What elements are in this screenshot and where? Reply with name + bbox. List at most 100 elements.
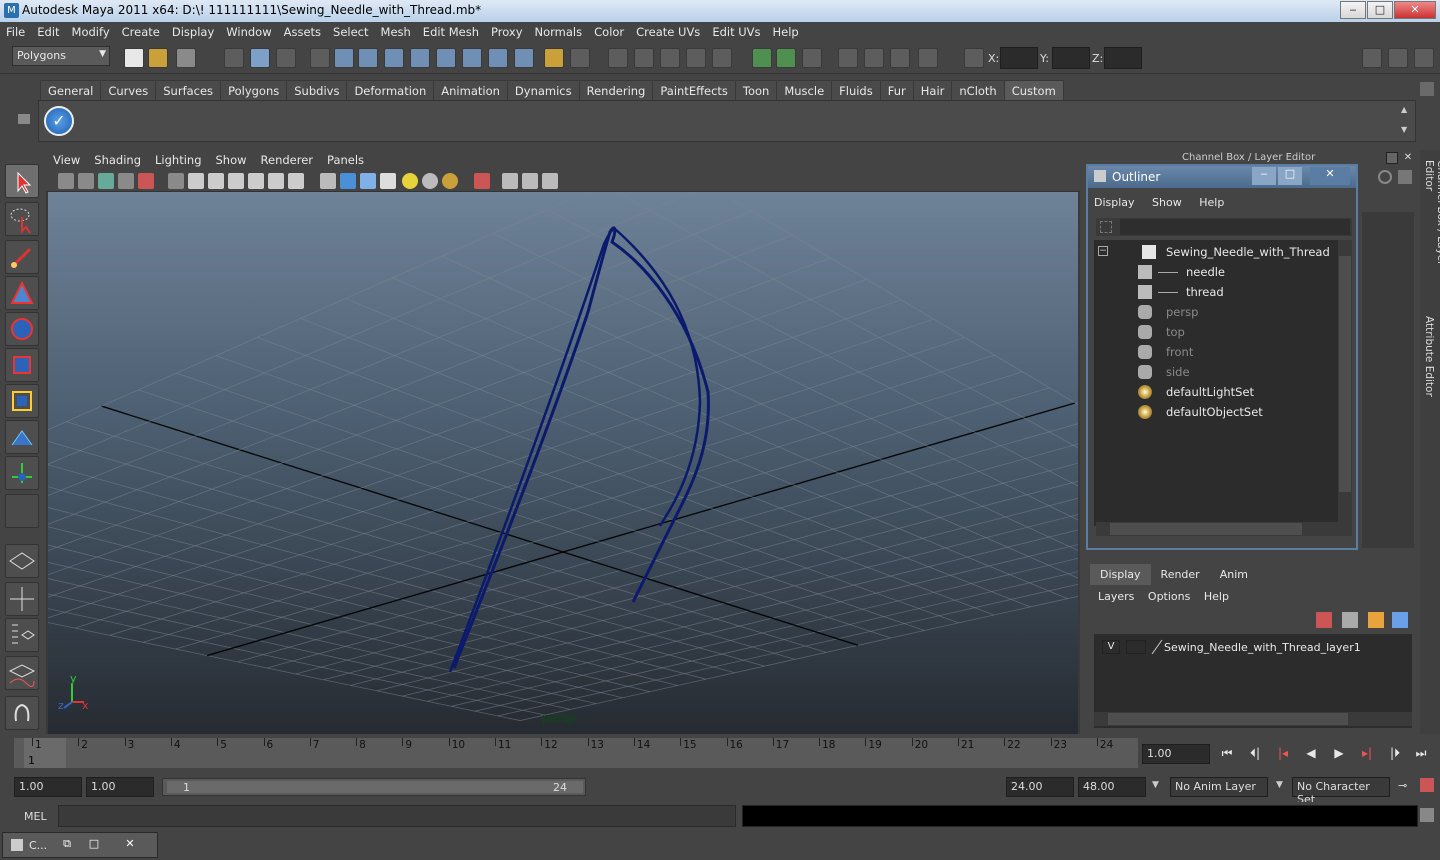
layer-menu-layers[interactable]: Layers: [1098, 590, 1134, 603]
universal-manipulator-icon[interactable]: [5, 384, 39, 418]
hscroll-thumb[interactable]: [1110, 523, 1302, 535]
shelf-tab-ncloth[interactable]: nCloth: [951, 80, 1005, 100]
outliner-close-icon[interactable]: ✕: [1310, 167, 1350, 185]
film-icon[interactable]: [890, 48, 910, 68]
step-back-key-icon[interactable]: |◂: [1272, 746, 1294, 764]
select-lock-icon[interactable]: [570, 48, 590, 68]
snap-surface-icon[interactable]: [410, 48, 430, 68]
shelf-tab-rendering[interactable]: Rendering: [578, 80, 654, 100]
animation-prefs-icon[interactable]: [1420, 778, 1434, 792]
menu-edit[interactable]: Edit: [31, 22, 65, 39]
pick-mask-icon[interactable]: [436, 48, 456, 68]
safe-action-icon[interactable]: [268, 173, 284, 189]
outliner-search-input[interactable]: [1120, 219, 1350, 235]
layer-tab-anim[interactable]: Anim: [1209, 564, 1258, 585]
menu-normals[interactable]: Normals: [529, 22, 589, 39]
image-plane-icon[interactable]: [118, 173, 134, 189]
clapper-icon[interactable]: [864, 48, 884, 68]
soft-mod-tool-icon[interactable]: [5, 420, 39, 454]
vp-menu-show[interactable]: Show: [209, 150, 254, 167]
menu-proxy[interactable]: Proxy: [485, 22, 529, 39]
rotate-tool-icon[interactable]: [5, 312, 39, 346]
resolution-gate-icon[interactable]: [208, 173, 224, 189]
layer-menu-options[interactable]: Options: [1148, 590, 1190, 603]
render-icon[interactable]: [712, 48, 732, 68]
playback-start-field[interactable]: 1.00: [86, 777, 154, 797]
channel-brush-icon[interactable]: [1398, 170, 1412, 184]
mel-label[interactable]: MEL: [24, 810, 47, 823]
vp-menu-view[interactable]: View: [46, 150, 87, 167]
menu-help[interactable]: Help: [767, 22, 805, 39]
shelf-tab-polygons[interactable]: Polygons: [220, 80, 288, 100]
select-component-icon[interactable]: [276, 48, 296, 68]
show-manipulator-icon[interactable]: [5, 456, 39, 490]
save-scene-icon[interactable]: [176, 48, 196, 68]
y-input[interactable]: [1052, 47, 1090, 69]
film-gate-icon[interactable]: [188, 173, 204, 189]
outliner-item-defaultobjectset[interactable]: defaultObjectSet: [1094, 402, 1334, 422]
layer-hscrollbar[interactable]: [1094, 712, 1412, 726]
menu-file[interactable]: File: [0, 22, 31, 39]
last-tool-slot[interactable]: [5, 494, 39, 528]
side-tab-channel-box[interactable]: Channel Box / Layer Editor: [1423, 160, 1440, 290]
mask-curves-icon[interactable]: [488, 48, 508, 68]
go-to-start-icon[interactable]: ⏮: [1216, 746, 1238, 764]
menu-create-uvs[interactable]: Create UVs: [630, 22, 706, 39]
vp-menu-shading[interactable]: Shading: [87, 150, 148, 167]
shelf-tab-muscle[interactable]: Muscle: [776, 80, 833, 100]
camera-select-icon[interactable]: [58, 173, 74, 189]
restore-icon[interactable]: ⧉: [59, 837, 75, 851]
menu-edit-mesh[interactable]: Edit Mesh: [417, 22, 485, 39]
scale-tool-icon[interactable]: [5, 348, 39, 382]
hypershade-icon[interactable]: [838, 48, 858, 68]
anim-end-field[interactable]: 48.00: [1078, 777, 1146, 797]
shelf-tab-hair[interactable]: Hair: [912, 80, 953, 100]
character-set-field[interactable]: No Character Set: [1292, 777, 1390, 806]
default-lighting-icon[interactable]: [402, 173, 418, 189]
vp-menu-lighting[interactable]: Lighting: [148, 150, 208, 167]
step-back-frame-icon[interactable]: ⏴|: [1244, 746, 1266, 764]
collapse-icon[interactable]: −: [1098, 246, 1108, 256]
layer-tab-render[interactable]: Render: [1150, 564, 1210, 585]
xray-icon[interactable]: [502, 173, 518, 189]
shelf-scroll-up-icon[interactable]: ▲: [1401, 105, 1413, 115]
z-input[interactable]: [1104, 47, 1142, 69]
shelf-tab-painteffects[interactable]: PaintEffects: [652, 80, 736, 100]
layer-menu-help[interactable]: Help: [1204, 590, 1229, 603]
outliner-vscrollbar[interactable]: [1338, 240, 1352, 522]
script-icon[interactable]: [918, 48, 938, 68]
layer-visibility-toggle[interactable]: V: [1102, 640, 1120, 654]
select-object-icon[interactable]: [250, 48, 270, 68]
step-forward-key-icon[interactable]: ▸|: [1356, 746, 1378, 764]
close-icon[interactable]: ✕: [121, 837, 139, 851]
lasso-tool-icon[interactable]: [5, 202, 39, 236]
char-set-chevron-icon[interactable]: ▼: [1276, 780, 1283, 790]
channel-tool-icon[interactable]: [1378, 170, 1392, 184]
play-backwards-icon[interactable]: ◀: [1300, 746, 1322, 764]
graph-persp-layout-icon[interactable]: [5, 656, 39, 690]
shelf-tab-animation[interactable]: Animation: [433, 80, 508, 100]
menu-display[interactable]: Display: [166, 22, 220, 39]
menu-edit-uvs[interactable]: Edit UVs: [706, 22, 766, 39]
shelf-tab-fur[interactable]: Fur: [879, 80, 914, 100]
shelf-tab-custom[interactable]: Custom: [1003, 80, 1064, 100]
shelf-tab-dynamics[interactable]: Dynamics: [506, 80, 580, 100]
select-hierarchy-icon[interactable]: [224, 48, 244, 68]
checkmark-shelf-icon[interactable]: ✓: [44, 106, 74, 136]
close-button[interactable]: ✕: [1394, 1, 1436, 19]
side-tab-attribute-editor[interactable]: Attribute Editor: [1423, 316, 1435, 406]
xray-joints-icon[interactable]: [522, 173, 538, 189]
maximize-button[interactable]: □: [1367, 1, 1393, 19]
all-lights-icon[interactable]: [422, 173, 438, 189]
outliner-item-persp[interactable]: persp: [1094, 302, 1334, 322]
vp-menu-panels[interactable]: Panels: [320, 150, 371, 167]
snap-grid-icon[interactable]: [310, 48, 330, 68]
float-panel-icon[interactable]: [1386, 152, 1398, 164]
outliner-minimize-icon[interactable]: ‒: [1252, 167, 1276, 185]
snap-point-icon[interactable]: [358, 48, 378, 68]
shelf-scroll-down-icon[interactable]: ▼: [1401, 125, 1413, 135]
shelf-tab-subdivs[interactable]: Subdivs: [286, 80, 348, 100]
grid-toggle-icon[interactable]: [168, 173, 184, 189]
shelf-tab-general[interactable]: General: [40, 80, 102, 100]
select-tool-icon[interactable]: [5, 164, 39, 198]
